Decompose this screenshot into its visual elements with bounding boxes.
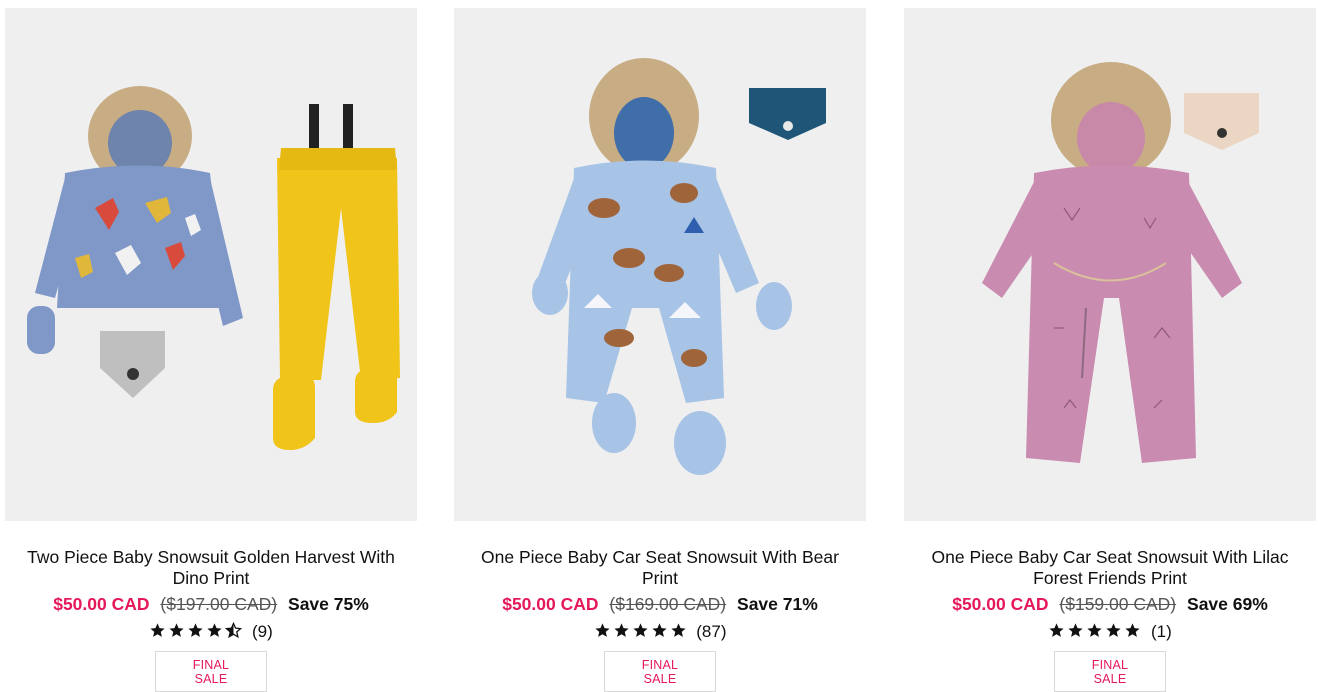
- star-half-icon: [225, 622, 243, 639]
- star-rating: [149, 622, 244, 644]
- review-count: (9): [251, 622, 273, 641]
- product-image[interactable]: [5, 8, 417, 521]
- product-title[interactable]: Two Piece Baby Snowsuit Golden Harvest W…: [5, 547, 417, 589]
- price-row: $50.00 CAD ($159.00 CAD) Save 69%: [904, 593, 1316, 615]
- star-full-icon: [1125, 623, 1140, 637]
- sale-price: $50.00 CAD: [53, 594, 150, 614]
- star-full-icon: [670, 623, 686, 637]
- product-image-lilac-snowsuit: [982, 62, 1259, 463]
- product-card[interactable]: One Piece Baby Car Seat Snowsuit With Li…: [904, 8, 1316, 692]
- star-full-icon: [594, 623, 610, 637]
- star-full-icon: [1068, 623, 1083, 637]
- star-full-icon: [207, 623, 222, 637]
- product-title[interactable]: One Piece Baby Car Seat Snowsuit With Li…: [904, 547, 1316, 589]
- star-full-icon: [613, 623, 629, 637]
- sale-price: $50.00 CAD: [952, 594, 1049, 614]
- save-percent: Save 71%: [737, 594, 818, 614]
- star-full-icon: [1049, 623, 1064, 637]
- price-row: $50.00 CAD ($169.00 CAD) Save 71%: [454, 593, 866, 615]
- star-full-icon: [169, 623, 184, 637]
- final-sale-badge: FINAL SALE: [155, 651, 267, 692]
- product-image-dino-snowsuit: [27, 86, 400, 450]
- rating-row[interactable]: (1): [904, 622, 1316, 644]
- star-rating: [594, 622, 689, 644]
- compare-price: ($159.00 CAD): [1059, 594, 1177, 614]
- rating-row[interactable]: (9): [5, 622, 417, 644]
- compare-price: ($197.00 CAD): [160, 594, 278, 614]
- product-card[interactable]: Two Piece Baby Snowsuit Golden Harvest W…: [5, 8, 417, 692]
- product-image[interactable]: [454, 8, 866, 521]
- star-rating: [1048, 622, 1143, 644]
- review-count: (1): [1150, 622, 1172, 641]
- rating-row[interactable]: (87): [454, 622, 866, 644]
- product-image-bear-snowsuit: [532, 58, 826, 475]
- product-grid: Two Piece Baby Snowsuit Golden Harvest W…: [0, 0, 1318, 692]
- sale-price: $50.00 CAD: [502, 594, 599, 614]
- final-sale-badge: FINAL SALE: [1054, 651, 1166, 692]
- save-percent: Save 75%: [288, 594, 369, 614]
- price-row: $50.00 CAD ($197.00 CAD) Save 75%: [5, 593, 417, 615]
- star-full-icon: [651, 623, 667, 637]
- star-full-icon: [1087, 623, 1102, 637]
- star-full-icon: [1106, 623, 1121, 637]
- compare-price: ($169.00 CAD): [609, 594, 727, 614]
- final-sale-badge: FINAL SALE: [604, 651, 716, 692]
- review-count: (87): [696, 622, 727, 641]
- product-title[interactable]: One Piece Baby Car Seat Snowsuit With Be…: [454, 547, 866, 589]
- product-image[interactable]: [904, 8, 1316, 521]
- save-percent: Save 69%: [1187, 594, 1268, 614]
- star-full-icon: [632, 623, 648, 637]
- star-full-icon: [188, 623, 203, 637]
- star-full-icon: [150, 623, 165, 637]
- product-card[interactable]: One Piece Baby Car Seat Snowsuit With Be…: [454, 8, 866, 692]
